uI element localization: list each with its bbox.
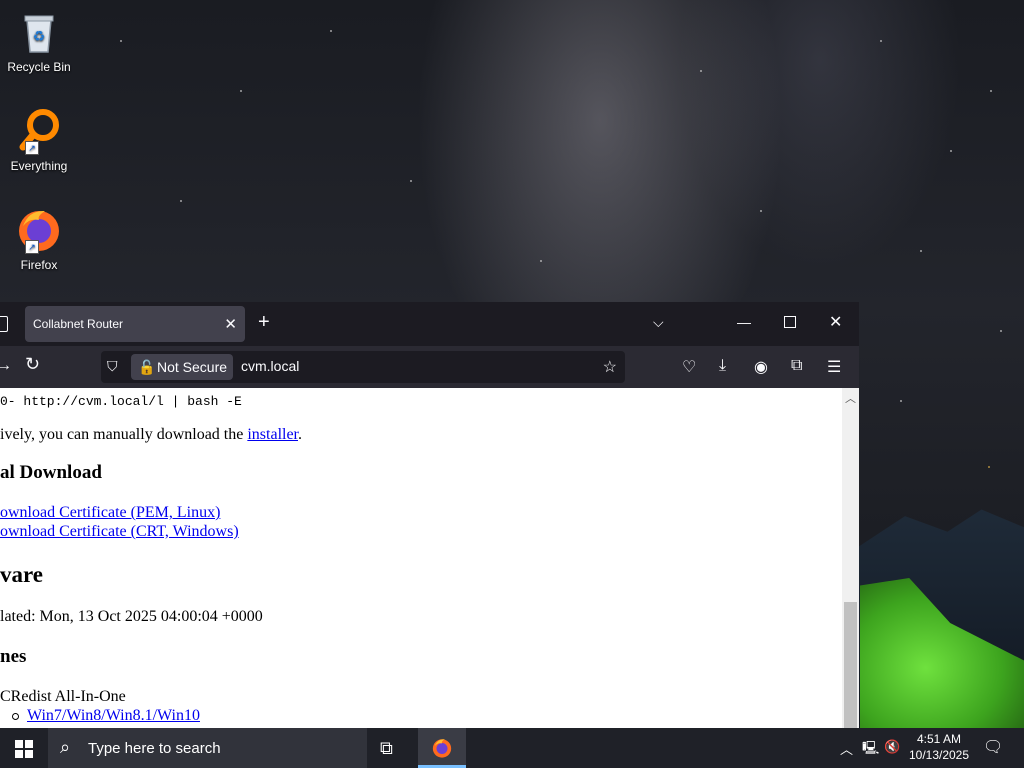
maximize-button[interactable] [784, 316, 796, 328]
tab-title: Collabnet Router [33, 317, 124, 331]
tab-overview-icon[interactable] [0, 316, 8, 332]
volume-muted-icon[interactable]: 🔇 [884, 739, 900, 755]
back-arrow-icon[interactable]: → [0, 357, 12, 375]
tab-bar: Collabnet Router ✕ + ⌵ — ✕ [0, 302, 859, 346]
search-placeholder: Type here to search [88, 740, 221, 757]
url-text[interactable]: cvm.local [241, 358, 299, 374]
alternative-text-prefix: ively, you can manually download the [0, 426, 248, 443]
clock-date: 10/13/2025 [908, 748, 970, 762]
tab-collabnet-router[interactable]: Collabnet Router ✕ [25, 306, 245, 342]
download-cert-pem-link[interactable]: ownload Certificate (PEM, Linux) [0, 504, 220, 521]
bullet-icon [12, 712, 19, 720]
desktop-icon-label: Everything [10, 159, 68, 173]
downloads-icon[interactable]: ⤓ [719, 357, 726, 375]
not-secure-label: Not Secure [157, 359, 228, 375]
win-versions-link[interactable]: Win7/Win8/Win8.1/Win10 [27, 707, 200, 724]
last-updated-text: lated: Mon, 13 Oct 2025 04:00:04 +0000 [0, 608, 263, 625]
taskbar-search-box[interactable]: ⌕ Type here to search [48, 728, 367, 768]
manual-download-heading: al Download [0, 462, 102, 483]
network-icon[interactable]: 🖳 [862, 739, 879, 761]
vcredist-subitem: Win7/Win8/Win8.1/Win10 [12, 707, 200, 725]
start-button[interactable] [0, 728, 48, 768]
clock-time: 4:51 AM [916, 732, 962, 746]
close-window-button[interactable]: ✕ [829, 312, 842, 332]
notifications-icon[interactable]: 🗨 [983, 737, 1003, 757]
task-view-icon[interactable]: ⧉ [380, 738, 393, 759]
taskbar-firefox-button[interactable] [418, 728, 466, 768]
recycle-bin-icon: ♻ [15, 8, 63, 56]
extensions-icon[interactable]: ⧉ [791, 357, 802, 375]
close-tab-icon[interactable]: ✕ [224, 315, 237, 333]
everything-search-icon: ↗ [15, 107, 63, 155]
alternative-text-suffix: . [298, 426, 302, 443]
scroll-up-arrow-icon[interactable]: ︿ [845, 390, 856, 406]
desktop-icon-label: Recycle Bin [7, 60, 71, 74]
menu-hamburger-icon[interactable]: ☰ [827, 357, 841, 377]
firefox-icon: ↗ [15, 206, 63, 254]
insecure-lock-icon: 🔓 [138, 359, 156, 375]
bookmark-star-icon[interactable]: ☆ [603, 357, 617, 377]
vertical-scrollbar[interactable]: ︿ [842, 388, 859, 728]
show-hidden-icons-chevron[interactable]: ︿ [840, 739, 853, 758]
shortcut-arrow-icon: ↗ [25, 141, 39, 155]
desktop-icon-recycle-bin[interactable]: ♻ Recycle Bin [4, 8, 74, 74]
svg-text:♻: ♻ [33, 29, 46, 45]
minimize-button[interactable]: — [737, 314, 751, 330]
navigation-toolbar: → ↻ ⛉ 🔓 Not Secure cvm.local ☆ ♡ ⤓ ◉ ⧉ ☰ [0, 346, 859, 388]
taskbar: ⌕ Type here to search ⧉ ︿ 🖳 🔇 4:51 AM 10… [0, 728, 1024, 768]
account-icon[interactable]: ◉ [754, 357, 768, 377]
pocket-icon[interactable]: ♡ [682, 357, 696, 377]
shortcut-arrow-icon: ↗ [25, 240, 39, 254]
installer-link[interactable]: installer [247, 426, 298, 443]
not-secure-badge[interactable]: 🔓 Not Secure [131, 354, 234, 380]
install-command: 0- http://cvm.local/l | bash -E [0, 394, 242, 409]
system-clock[interactable]: 4:51 AM 10/13/2025 [905, 731, 973, 763]
tracking-protection-shield-icon[interactable]: ⛉ [107, 358, 118, 375]
search-icon: ⌕ [60, 737, 71, 757]
firefox-icon [432, 739, 452, 758]
software-heading: vare [0, 562, 44, 587]
windows-logo-icon [15, 740, 33, 758]
runtimes-heading: nes [0, 646, 27, 667]
list-all-tabs-icon[interactable]: ⌵ [653, 314, 664, 331]
reload-icon[interactable]: ↻ [25, 354, 40, 375]
desktop-icon-firefox[interactable]: ↗ Firefox [4, 206, 74, 272]
download-cert-crt-link[interactable]: ownload Certificate (CRT, Windows) [0, 523, 239, 540]
vcredist-item: CRedist All-In-One [0, 688, 126, 705]
url-bar[interactable]: ⛉ 🔓 Not Secure cvm.local ☆ [101, 351, 625, 383]
new-tab-button[interactable]: + [258, 312, 270, 332]
desktop-icon-label: Firefox [20, 258, 58, 272]
scrollbar-thumb[interactable] [844, 602, 857, 728]
firefox-window: Collabnet Router ✕ + ⌵ — ✕ → ↻ ⛉ 🔓 Not S… [0, 302, 859, 728]
page-content: 0- http://cvm.local/l | bash -E ively, y… [0, 388, 842, 728]
alternative-text: ively, you can manually download the ins… [0, 426, 302, 444]
desktop-icon-everything[interactable]: ↗ Everything [4, 107, 74, 173]
